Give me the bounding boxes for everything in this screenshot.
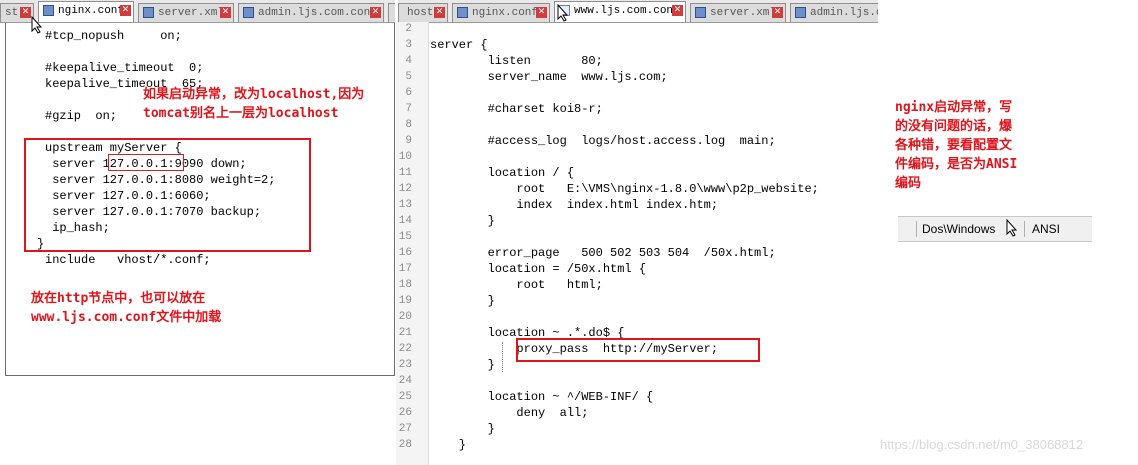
watermark: https://blog.csdn.net/m0_38068812 (880, 437, 1084, 452)
close-icon[interactable]: ✕ (434, 7, 445, 18)
line-number: 23 (398, 359, 412, 371)
close-icon[interactable]: ✕ (220, 7, 231, 18)
annotation-localhost: 如果启动异常，改为localhost,因为 tomcat别名上一层为localh… (143, 87, 365, 121)
file-icon (243, 7, 254, 18)
line-number: 16 (398, 247, 412, 259)
tab-admin-ljs[interactable]: admin.ljs.c (790, 3, 878, 22)
file-icon (695, 7, 706, 18)
close-icon[interactable]: ✕ (536, 7, 547, 18)
line-number: 9 (405, 135, 412, 147)
tab-overflow[interactable] (388, 3, 395, 22)
mouse-cursor-icon (31, 15, 43, 39)
scope-guide-line (502, 342, 503, 372)
file-icon (457, 7, 468, 18)
line-number: 18 (398, 279, 412, 291)
file-encoding[interactable]: ANSI (1032, 217, 1060, 241)
code-line: root html; (430, 278, 603, 292)
line-number: 20 (398, 311, 412, 323)
ip-highlight-box (108, 154, 184, 171)
line-number: 28 (398, 439, 412, 451)
code-line: } (430, 438, 467, 452)
status-bar-snippet: Dos\Windows ANSI (898, 216, 1092, 242)
line-ending-format[interactable]: Dos\Windows (922, 217, 995, 241)
file-icon (43, 5, 54, 16)
close-icon[interactable]: ✕ (772, 7, 783, 18)
close-icon[interactable]: ✕ (120, 5, 131, 16)
line-number: 21 (398, 327, 412, 339)
right-code-area[interactable]: server { listen 80; server_name www.ljs.… (430, 21, 880, 461)
line-number: 8 (405, 119, 412, 131)
line-number: 11 (398, 167, 412, 179)
tab-nginx-conf[interactable]: nginx.conf ✕ (38, 1, 134, 22)
close-icon[interactable]: ✕ (672, 5, 683, 16)
code-line: } (430, 294, 495, 308)
tab-st[interactable]: st ✕ (0, 3, 34, 22)
line-number: 4 (405, 55, 412, 67)
right-tab-bar: hosts ✕ nginx.conf ✕ www.ljs.com.conf ✕ … (398, 0, 878, 23)
line-number: 17 (398, 263, 412, 275)
code-line: location / { (430, 166, 575, 180)
code-line: server_name www.ljs.com; (430, 70, 668, 84)
code-line: } (430, 358, 495, 372)
line-number: 5 (405, 71, 412, 83)
line-number: 6 (405, 87, 412, 99)
line-number: 2 (405, 23, 412, 35)
annotation-http-node: 放在http节点中，也可以放在 www.ljs.com.conf文件中加载 (31, 291, 222, 325)
line-number: 24 (398, 375, 412, 387)
left-tab-bar: st ✕ nginx.conf ✕ server.xml ✕ admin.ljs… (0, 0, 395, 23)
code-line: location ~ ^/WEB-INF/ { (430, 390, 654, 404)
tab-www-ljs-conf[interactable]: www.ljs.com.conf ✕ (554, 1, 686, 22)
code-line: } (430, 214, 495, 228)
code-line: location = /50x.html { (430, 262, 647, 276)
tab-hosts[interactable]: hosts ✕ (398, 3, 448, 22)
line-number: 7 (405, 103, 412, 115)
line-number: 14 (398, 215, 412, 227)
line-number: 25 (398, 391, 412, 403)
status-divider (1024, 221, 1025, 237)
line-number: 26 (398, 407, 412, 419)
annotation-encoding: nginx启动异常，写 的没有问题的话，爆 各种错，要看配置文 件编码，是否为A… (895, 100, 1018, 191)
line-number: 22 (398, 343, 412, 355)
line-number: 15 (398, 231, 412, 243)
tab-admin-conf[interactable]: admin.ljs.com.conf ✕ (238, 3, 384, 22)
line-number: 19 (398, 295, 412, 307)
file-icon (795, 7, 806, 18)
code-line: #keepalive_timeout 0; (45, 61, 204, 75)
close-icon[interactable]: ✕ (20, 7, 31, 18)
code-line: #gzip on; (45, 109, 118, 123)
code-line: server { (430, 38, 488, 52)
tab-nginx-conf-right[interactable]: nginx.conf ✕ (452, 3, 550, 22)
proxy-pass-highlight-box (516, 338, 760, 362)
tab-server-xml-right[interactable]: server.xml ✕ (690, 3, 786, 22)
line-number: 10 (398, 151, 412, 163)
code-line: deny all; (430, 406, 589, 420)
code-line: #tcp_nopush on; (45, 29, 182, 43)
file-icon (143, 7, 154, 18)
status-divider (916, 221, 917, 237)
line-number: 13 (398, 199, 412, 211)
code-line: listen 80; (430, 54, 603, 68)
code-line: } (430, 422, 495, 436)
code-line: include vhost/*.conf; (45, 253, 211, 267)
mouse-cursor-icon (1006, 218, 1018, 245)
line-number: 27 (398, 423, 412, 435)
code-line: index index.html index.htm; (430, 198, 719, 212)
code-line: error_page 500 502 503 504 /50x.html; (430, 246, 776, 260)
code-line: root E:\VMS\nginx-1.8.0\www\p2p_website; (430, 182, 819, 196)
tab-server-xml[interactable]: server.xml ✕ (138, 3, 234, 22)
code-line: #access_log logs/host.access.log main; (430, 134, 776, 148)
code-line: #charset koi8-r; (430, 102, 603, 116)
line-number: 3 (405, 39, 412, 51)
close-icon[interactable]: ✕ (370, 7, 381, 18)
line-number: 12 (398, 183, 412, 195)
